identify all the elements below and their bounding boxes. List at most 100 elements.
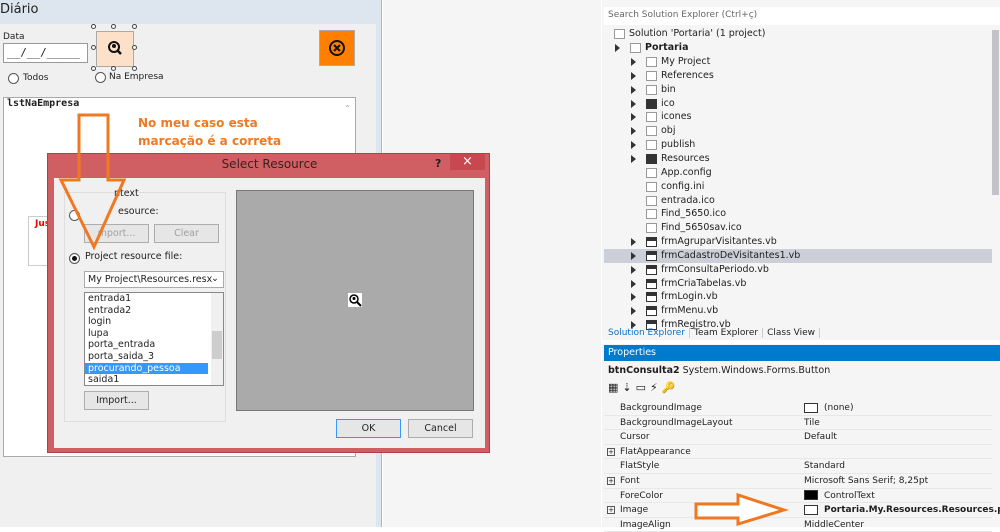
solution-explorer-search[interactable]: Search Solution Explorer (Ctrl+ç) xyxy=(604,7,1000,25)
expand-icon[interactable] xyxy=(631,251,636,260)
categorized-icon[interactable]: ▦ xyxy=(608,381,622,394)
tree-item[interactable]: ico xyxy=(604,97,992,111)
tree-item[interactable]: App.config xyxy=(604,166,992,180)
expand-plus-icon[interactable]: + xyxy=(607,506,615,515)
tree-item[interactable]: Solution 'Portaria' (1 project) xyxy=(604,27,992,41)
resource-list-item[interactable]: entrada2 xyxy=(85,305,208,317)
tree-item[interactable]: config.ini xyxy=(604,180,992,194)
resource-list-item[interactable]: lupa xyxy=(85,328,208,340)
resource-list-item[interactable]: porta_saida_3 xyxy=(85,351,208,363)
expand-icon[interactable] xyxy=(631,265,636,274)
property-value-cell[interactable]: Microsoft Sans Serif; 8,25pt xyxy=(804,474,928,489)
resize-handle[interactable] xyxy=(111,66,116,71)
expand-icon[interactable] xyxy=(631,85,636,94)
expand-icon[interactable] xyxy=(631,293,636,302)
resize-handle[interactable] xyxy=(132,24,137,29)
property-value-cell[interactable]: MiddleCenter xyxy=(804,518,864,532)
expand-icon[interactable] xyxy=(631,99,636,108)
search-button[interactable] xyxy=(96,31,134,67)
resize-handle[interactable] xyxy=(91,66,96,71)
expand-icon[interactable] xyxy=(631,71,636,80)
import-local-button[interactable]: mport... xyxy=(84,224,149,243)
scroll-up-icon[interactable]: ⌃ xyxy=(344,104,351,113)
scrollbar-thumb[interactable] xyxy=(212,331,222,359)
radio-na-empresa[interactable] xyxy=(95,72,106,83)
events-lightning-icon[interactable]: ⚡ xyxy=(650,381,662,394)
radio-todos[interactable] xyxy=(8,73,19,84)
expand-icon[interactable] xyxy=(631,141,636,150)
resize-handle[interactable] xyxy=(91,24,96,29)
properties-icon[interactable]: ▭ xyxy=(636,381,650,394)
help-button[interactable]: ? xyxy=(435,157,441,170)
local-resource-radio[interactable] xyxy=(69,210,80,221)
tree-item[interactable]: frmAgruparVisitantes.vb xyxy=(604,235,992,249)
expand-icon[interactable] xyxy=(631,307,636,316)
ok-button[interactable]: OK xyxy=(336,419,401,438)
clear-button[interactable]: Clear xyxy=(154,224,219,243)
resource-list-item[interactable]: procurando_pessoa xyxy=(85,362,208,375)
resize-handle[interactable] xyxy=(91,45,96,50)
tree-item[interactable]: frmLogin.vb xyxy=(604,290,992,304)
tree-item[interactable]: frmConsultaPeriodo.vb xyxy=(604,263,992,277)
resource-listbox[interactable]: entrada1 entrada2 login lupa porta_entrada po… xyxy=(84,292,224,386)
property-value-cell[interactable]: Default xyxy=(804,430,837,445)
property-row[interactable]: ImageAlign MiddleCenter xyxy=(604,518,992,532)
resource-list-item[interactable]: login xyxy=(85,316,208,328)
tree-item[interactable]: frmCadastroDeVisitantes1.vb xyxy=(604,248,992,263)
tree-scrollbar[interactable] xyxy=(992,30,999,195)
tab-solution-explorer[interactable]: Solution Explorer xyxy=(604,328,690,338)
property-row[interactable]: Cursor Default xyxy=(604,430,992,445)
tree-item[interactable]: obj xyxy=(604,124,992,138)
property-row[interactable]: + Font Microsoft Sans Serif; 8,25pt xyxy=(604,474,992,489)
cancel-button[interactable]: Cancel xyxy=(408,419,473,438)
property-row[interactable]: + Image Portaria.My.Resources.Resources.pr… xyxy=(604,503,1000,518)
resize-handle[interactable] xyxy=(111,24,116,29)
property-value-cell[interactable]: (none) xyxy=(804,401,853,416)
tree-item[interactable]: Resources xyxy=(604,152,992,166)
resize-handle[interactable] xyxy=(132,45,137,50)
expand-plus-icon[interactable]: + xyxy=(607,477,615,485)
tree-item[interactable]: frmMenu.vb xyxy=(604,304,992,318)
tree-item[interactable]: References xyxy=(604,69,992,83)
tree-item[interactable]: entrada.ico xyxy=(604,194,992,208)
expand-icon[interactable] xyxy=(631,279,636,288)
tree-item[interactable]: bin xyxy=(604,83,992,97)
property-row[interactable]: BackgroundImage (none) xyxy=(604,401,992,416)
property-row[interactable]: + FlatAppearance xyxy=(604,445,992,460)
tree-item[interactable]: publish xyxy=(604,138,992,152)
properties-object-selector[interactable]: btnConsulta2 System.Windows.Forms.Button xyxy=(608,365,830,376)
tree-item[interactable]: frmCriaTabelas.vb xyxy=(604,277,992,291)
resource-list-item[interactable]: entrada1 xyxy=(85,293,208,305)
property-value-cell[interactable]: Standard xyxy=(804,459,845,474)
tab-team-explorer[interactable]: Team Explorer xyxy=(690,328,764,338)
resource-list-item[interactable]: porta_entrada xyxy=(85,339,208,351)
resx-file-dropdown[interactable]: My Project\Resources.resx ⌄ xyxy=(84,271,224,288)
property-row[interactable]: ForeColor ControlText xyxy=(604,489,992,504)
resize-handle[interactable] xyxy=(132,66,137,71)
alphabetical-icon[interactable]: ⇣ xyxy=(622,381,635,394)
expand-icon[interactable] xyxy=(631,238,636,247)
expand-icon[interactable] xyxy=(631,58,636,66)
expand-icon[interactable] xyxy=(631,154,636,163)
expand-icon[interactable] xyxy=(631,127,636,136)
property-row[interactable]: FlatStyle Standard xyxy=(604,459,992,474)
tree-item[interactable]: Find_5650sav.ico xyxy=(604,221,992,235)
expand-icon[interactable] xyxy=(631,113,636,122)
tree-item[interactable]: My Project xyxy=(604,55,992,69)
expand-plus-icon[interactable]: + xyxy=(607,447,615,456)
tree-item[interactable]: icones xyxy=(604,110,992,124)
import-button[interactable]: Import... xyxy=(84,391,149,410)
property-row[interactable]: BackgroundImageLayout Tile xyxy=(604,416,992,431)
dialog-close-button[interactable]: × xyxy=(450,154,485,170)
tree-item[interactable]: Portaria xyxy=(604,41,992,55)
close-form-button[interactable] xyxy=(319,30,355,66)
tab-class-view[interactable]: Class View xyxy=(763,328,821,338)
expand-icon[interactable] xyxy=(615,44,620,52)
property-value-cell[interactable]: ControlText xyxy=(804,489,875,504)
property-value-cell[interactable]: Portaria.My.Resources.Resources.procu xyxy=(804,503,1000,518)
listbox-scrollbar[interactable] xyxy=(211,293,223,385)
resource-list-item[interactable]: saida1 xyxy=(85,374,208,385)
date-field[interactable]: __/__/_____ xyxy=(3,43,88,63)
tree-item[interactable]: Find_5650.ico xyxy=(604,207,992,221)
property-value-cell[interactable]: Tile xyxy=(804,416,820,431)
